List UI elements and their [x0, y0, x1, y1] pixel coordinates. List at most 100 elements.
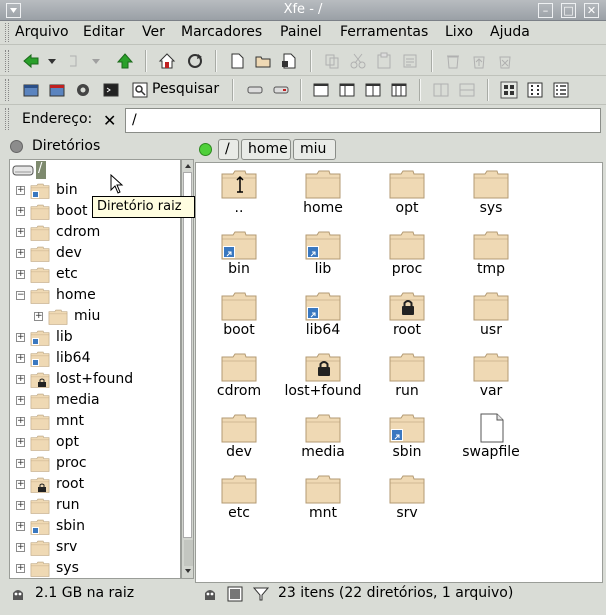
file-item[interactable]: mnt — [281, 470, 365, 531]
tree-expander-icon[interactable]: + — [16, 438, 25, 447]
tree-item[interactable]: + sbin — [10, 517, 180, 537]
tree-item[interactable]: + proc — [10, 454, 180, 474]
new-folder-icon[interactable] — [254, 52, 272, 70]
maximize-button[interactable]: □ — [561, 3, 576, 18]
properties-icon[interactable] — [401, 52, 419, 70]
unmount-icon[interactable] — [272, 81, 290, 99]
execute-command-icon[interactable] — [74, 81, 92, 99]
file-item[interactable]: sys — [449, 165, 533, 226]
tree-item[interactable]: + mnt — [10, 412, 180, 432]
minimize-button[interactable]: – — [538, 3, 553, 18]
new-symlink-icon[interactable] — [280, 52, 298, 70]
forward-icon[interactable] — [66, 52, 84, 70]
horizontal-panels-icon[interactable] — [458, 81, 476, 99]
tree-item[interactable]: + lost+found — [10, 370, 180, 390]
toolbar-grip[interactable] — [5, 50, 9, 72]
menubar-grip[interactable] — [5, 23, 9, 42]
tree-item[interactable]: − home — [10, 286, 180, 306]
close-button[interactable]: ✕ — [584, 3, 599, 18]
file-item[interactable]: cdrom — [197, 348, 281, 409]
big-icons-view-icon[interactable] — [500, 81, 518, 99]
scroll-up-icon[interactable] — [183, 161, 193, 171]
small-icons-view-icon[interactable] — [526, 81, 544, 99]
tree-item[interactable]: + lib64 — [10, 349, 180, 369]
tree-expander-icon[interactable]: + — [16, 354, 25, 363]
directory-tree[interactable]: / + bin + boot + cdrom + dev + etc − home + miu + lib + l… — [9, 159, 181, 579]
scrollbar-trough[interactable] — [184, 540, 193, 566]
tree-item[interactable]: + root — [10, 475, 180, 495]
new-window-icon[interactable] — [22, 81, 40, 99]
tree-expander-icon[interactable]: + — [16, 186, 25, 195]
file-item[interactable]: swapfile — [449, 409, 533, 470]
tree-expander-icon[interactable]: + — [16, 396, 25, 405]
file-item[interactable]: media — [281, 409, 365, 470]
paste-icon[interactable] — [375, 52, 393, 70]
file-item[interactable]: proc — [365, 226, 449, 287]
file-item[interactable]: srv — [365, 470, 449, 531]
file-item[interactable]: var — [449, 348, 533, 409]
tree-scrollbar[interactable] — [181, 159, 194, 579]
file-item[interactable]: lib64 — [281, 287, 365, 348]
filter-icon[interactable] — [253, 586, 269, 602]
file-item[interactable]: home — [281, 165, 365, 226]
tree-item[interactable]: + lib — [10, 328, 180, 348]
tree-expander-icon[interactable]: + — [16, 564, 25, 573]
detailed-list-view-icon[interactable] — [552, 81, 570, 99]
tree-item[interactable]: + media — [10, 391, 180, 411]
file-item[interactable]: sbin — [365, 409, 449, 470]
file-item[interactable]: bin — [197, 226, 281, 287]
home-icon[interactable] — [158, 52, 176, 70]
file-item[interactable]: lost+found — [281, 348, 365, 409]
search-button[interactable]: Pesquisar — [130, 79, 224, 101]
tree-and-two-panels-icon[interactable] — [390, 81, 408, 99]
menu-lixo[interactable]: Lixo — [445, 24, 473, 40]
addressbar-grip[interactable] — [5, 108, 9, 130]
tree-item[interactable]: + dev — [10, 244, 180, 264]
file-list[interactable]: .. home opt sys bin lib proc tmp boot lib64 root us… — [195, 162, 603, 583]
tree-expander-icon[interactable]: + — [16, 375, 25, 384]
menu-editar[interactable]: Editar — [83, 24, 124, 40]
tree-item[interactable]: + etc — [10, 265, 180, 285]
tree-item[interactable]: + run — [10, 496, 180, 516]
back-icon[interactable] — [22, 52, 40, 70]
tree-expander-icon[interactable]: + — [34, 312, 43, 321]
menu-ver[interactable]: Ver — [142, 24, 165, 40]
tree-and-panel-icon[interactable] — [338, 81, 356, 99]
vertical-panels-icon[interactable] — [432, 81, 450, 99]
tree-root-item[interactable]: / — [10, 160, 180, 180]
restore-from-trash-icon[interactable] — [470, 52, 488, 70]
file-item[interactable]: opt — [365, 165, 449, 226]
new-file-icon[interactable] — [228, 52, 246, 70]
tree-expander-icon[interactable]: + — [16, 522, 25, 531]
file-item[interactable]: dev — [197, 409, 281, 470]
address-input[interactable]: / — [125, 108, 601, 133]
menu-marcadores[interactable]: Marcadores — [181, 24, 262, 40]
clear-address-icon[interactable]: ✕ — [103, 111, 116, 130]
breadcrumb-miu[interactable]: miu — [293, 139, 336, 160]
tree-expander-icon[interactable]: + — [16, 333, 25, 342]
show-hidden-files-icon[interactable] — [227, 586, 243, 602]
menu-ferramentas[interactable]: Ferramentas — [340, 24, 428, 40]
tree-expander-icon[interactable]: + — [16, 543, 25, 552]
tree-expander-icon[interactable]: + — [16, 228, 25, 237]
file-item[interactable]: root — [365, 287, 449, 348]
parent-directory-icon[interactable] — [116, 52, 134, 70]
file-item[interactable]: usr — [449, 287, 533, 348]
file-item[interactable]: .. — [197, 165, 281, 226]
two-panels-icon[interactable] — [364, 81, 382, 99]
file-item[interactable]: etc — [197, 470, 281, 531]
refresh-icon[interactable] — [186, 52, 204, 70]
breadcrumb-home[interactable]: home — [241, 139, 291, 160]
tree-expander-icon[interactable]: + — [16, 417, 25, 426]
tree-expander-icon[interactable]: + — [16, 249, 25, 258]
file-item[interactable]: lib — [281, 226, 365, 287]
tree-item[interactable]: + srv — [10, 538, 180, 558]
delete-icon[interactable] — [496, 52, 514, 70]
tree-expander-icon[interactable]: − — [16, 291, 25, 300]
back-history-icon[interactable] — [46, 52, 58, 70]
tree-expander-icon[interactable]: + — [16, 480, 25, 489]
tree-item[interactable]: + miu — [10, 307, 180, 327]
terminal-icon[interactable] — [102, 81, 120, 99]
new-root-window-icon[interactable] — [48, 81, 66, 99]
scrollbar-thumb[interactable] — [183, 172, 192, 538]
